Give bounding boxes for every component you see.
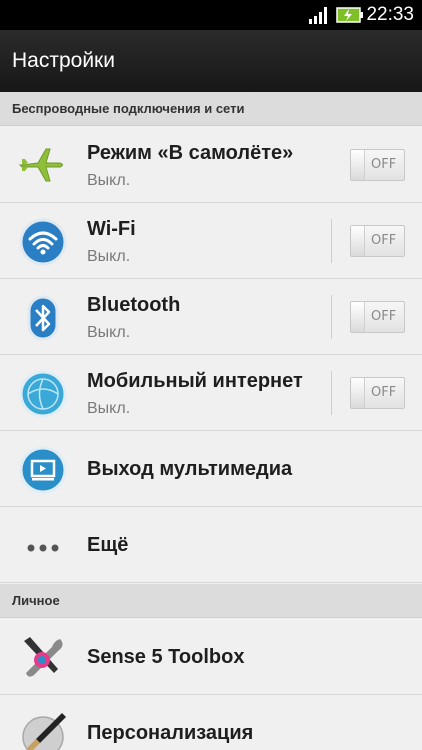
toggle-state: OFF (371, 157, 397, 172)
status-time: 22:33 (366, 4, 414, 25)
settings-row-wifi[interactable]: Wi-Fi Выкл. OFF (0, 203, 422, 279)
personalization-label: Персонализация (87, 722, 254, 744)
settings-row-more[interactable]: Ещё (0, 507, 422, 583)
airplane-mode-status: Выкл. (87, 172, 131, 189)
row-divider (331, 295, 332, 339)
mobile-internet-label: Мобильный интернет (87, 370, 303, 392)
app-bar: Настройки (0, 30, 422, 92)
mobile-internet-toggle[interactable]: OFF (350, 377, 405, 409)
settings-row-sense-toolbox[interactable]: Sense 5 Toolbox (0, 619, 422, 695)
toolbox-icon (24, 637, 63, 677)
section-header-personal: Личное (0, 584, 422, 618)
toggle-knob (351, 302, 365, 332)
wifi-icon (19, 218, 67, 266)
settings-row-bluetooth[interactable]: Bluetooth Выкл. OFF (0, 279, 422, 355)
airplane-mode-toggle[interactable]: OFF (350, 149, 405, 181)
settings-row-airplane-mode[interactable]: Режим «В самолёте» Выкл. OFF (0, 127, 422, 203)
row-divider (331, 219, 332, 263)
media-output-label: Выход мультимедиа (87, 458, 293, 480)
signal-bars-icon (309, 7, 327, 24)
bluetooth-label: Bluetooth (87, 294, 181, 316)
toggle-knob (351, 378, 365, 408)
sense-toolbox-label: Sense 5 Toolbox (87, 646, 245, 668)
page-title: Настройки (12, 49, 115, 72)
row-divider (331, 371, 332, 415)
settings-row-personalization[interactable]: Персонализация (0, 695, 422, 750)
bluetooth-icon (27, 295, 59, 341)
toggle-knob (351, 150, 365, 180)
mobile-data-globe-icon (19, 370, 67, 418)
battery-charging-icon (336, 7, 363, 23)
more-dots-icon (27, 544, 59, 552)
toggle-state: OFF (371, 385, 397, 400)
section-header-wireless: Беспроводные подключения и сети (0, 92, 422, 126)
mobile-internet-status: Выкл. (87, 400, 131, 417)
more-label: Ещё (87, 534, 129, 556)
personalization-brush-icon (22, 713, 66, 750)
settings-row-mobile-internet[interactable]: Мобильный интернет Выкл. OFF (0, 355, 422, 431)
airplane-icon (18, 148, 63, 182)
wifi-toggle[interactable]: OFF (350, 225, 405, 257)
wifi-status: Выкл. (87, 248, 131, 265)
airplane-mode-label: Режим «В самолёте» (87, 142, 294, 164)
media-output-icon (19, 446, 67, 494)
toggle-state: OFF (371, 309, 397, 324)
status-bar: 22:33 (0, 0, 422, 30)
wifi-label: Wi-Fi (87, 218, 136, 240)
bluetooth-status: Выкл. (87, 324, 131, 341)
settings-row-media-output[interactable]: Выход мультимедиа (0, 431, 422, 507)
bluetooth-toggle[interactable]: OFF (350, 301, 405, 333)
toggle-knob (351, 226, 365, 256)
toggle-state: OFF (371, 233, 397, 248)
